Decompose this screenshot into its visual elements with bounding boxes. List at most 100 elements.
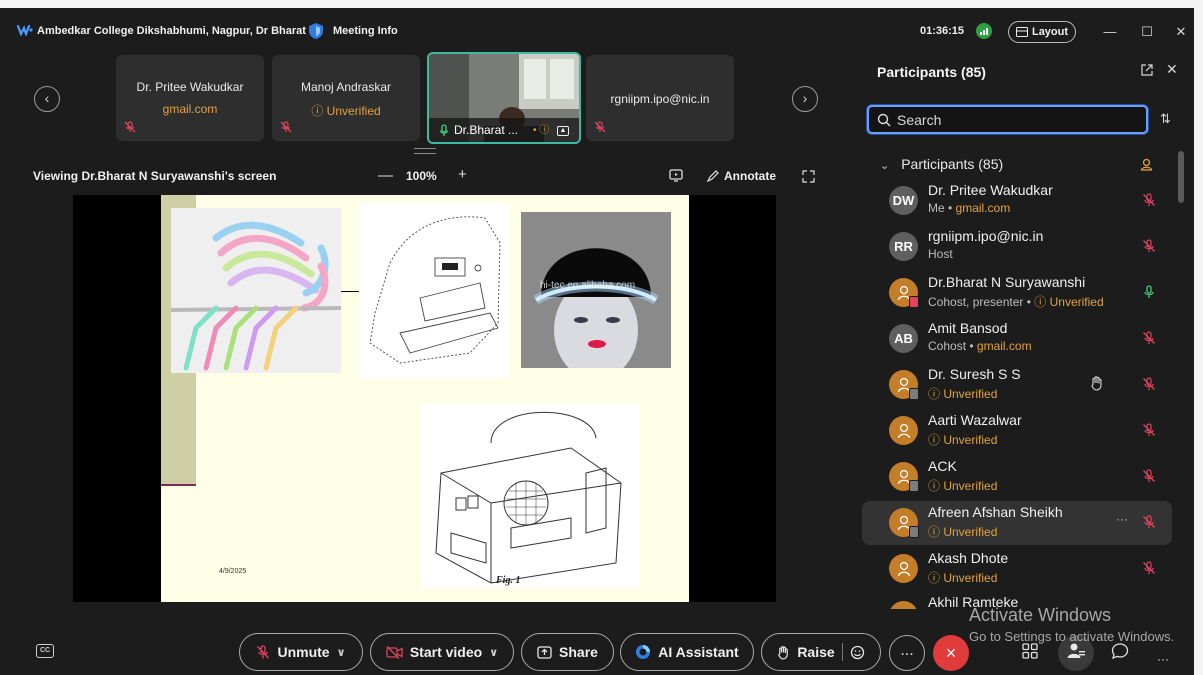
video-off-icon	[386, 645, 403, 659]
mic-muted-icon[interactable]	[1142, 331, 1156, 345]
avatar	[889, 416, 918, 445]
layout-button[interactable]: Layout	[1008, 21, 1076, 43]
tile-sub: ⓘ Unverified	[272, 102, 420, 119]
ai-assistant-button[interactable]: AI Assistant	[620, 633, 754, 671]
raise-hand-button[interactable]: Raise	[761, 633, 881, 671]
participant-name: Akash Dhote	[928, 550, 1009, 566]
participants-panel-title: Participants (85)	[877, 64, 986, 80]
apps-icon[interactable]	[1019, 642, 1041, 664]
tile-name: Dr. Pritee Wakudkar	[136, 80, 244, 94]
participant-name: Amit Bansod	[928, 320, 1008, 336]
share-button[interactable]: Share	[521, 633, 614, 671]
participant-tile[interactable]: Dr. Pritee Wakudkar gmail.com	[116, 55, 264, 141]
participant-role: Host	[928, 247, 953, 261]
participant-name: Afreen Afshan Sheikh	[928, 504, 1063, 520]
end-call-button[interactable]: ×	[933, 635, 969, 671]
unmute-button[interactable]: Unmute ∨	[239, 633, 363, 671]
avatar: RR	[889, 232, 918, 261]
participants-scrollbar[interactable]	[1178, 151, 1184, 203]
participants-section-header[interactable]: ⌄ Participants (85)	[880, 156, 1003, 172]
share-screen-icon	[537, 645, 552, 659]
ai-assistant-label: AI Assistant	[658, 644, 739, 660]
filmstrip-prev-button[interactable]: ‹	[34, 86, 60, 112]
close-window-icon[interactable]: ✕	[1173, 24, 1189, 40]
sort-icon[interactable]: ⇅	[1160, 111, 1171, 127]
participant-row[interactable]: ACK ⓘ Unverified	[862, 455, 1172, 499]
layout-label: Layout	[1031, 26, 1069, 38]
meeting-timer: 01:36:15	[920, 25, 965, 37]
participant-name: Aarti Wazalwar	[928, 412, 1022, 428]
participant-detail: ⓘ Unverified	[928, 433, 998, 447]
avatar: DW	[889, 186, 918, 215]
chevron-down-icon[interactable]: ∨	[337, 646, 346, 659]
more-options-icon[interactable]: ···	[1116, 512, 1128, 526]
participant-name: Dr. Pritee Wakudkar	[928, 182, 1053, 198]
zoom-level[interactable]: 100%	[406, 169, 437, 183]
viewing-screen-label: Viewing Dr.Bharat N Suryawanshi's screen	[33, 169, 277, 183]
search-input[interactable]	[897, 111, 1137, 129]
device-badge-icon	[909, 526, 919, 538]
annotate-pen-icon	[707, 170, 719, 182]
more-options-button[interactable]: ...	[889, 635, 925, 671]
shoe-patent-drawing-image	[360, 203, 510, 378]
avatar	[889, 601, 918, 609]
minimize-icon[interactable]: —	[1102, 24, 1118, 40]
active-speaker-video-tile[interactable]: Dr.Bharat ... • ⓘ ▲	[427, 52, 581, 144]
mic-muted-icon[interactable]	[1142, 193, 1156, 207]
slide-date: 4/9/2025	[219, 568, 247, 575]
radio-device-patent-drawing-image	[421, 403, 640, 588]
host-tools-icon[interactable]	[1140, 158, 1153, 171]
tile-name: rgniipm.ipo@nic.in	[610, 92, 710, 106]
mic-muted-icon[interactable]	[1142, 239, 1156, 253]
participant-row[interactable]: Akash Dhote ⓘ Unverified	[862, 547, 1172, 591]
fullscreen-icon[interactable]	[802, 170, 815, 183]
reactions-icon[interactable]	[850, 645, 865, 660]
pop-out-share-icon[interactable]	[669, 169, 683, 182]
maximize-icon[interactable]: ☐	[1139, 24, 1155, 40]
mic-on-icon[interactable]	[1142, 285, 1156, 299]
participant-row-hovered[interactable]: Afreen Afshan Sheikh ⓘ Unverified ···	[862, 501, 1172, 545]
participant-row[interactable]: RR rgniipm.ipo@nic.in Host	[862, 225, 1172, 269]
start-video-button[interactable]: Start video ∨	[370, 633, 514, 671]
participant-row[interactable]: AB Amit Bansod Cohost • gmail.com	[862, 317, 1172, 361]
section-header-label: Participants (85)	[901, 156, 1004, 172]
participant-name: ACK	[928, 458, 957, 474]
chat-icon[interactable]	[1109, 642, 1131, 664]
guest-user-icon	[897, 423, 910, 438]
mic-muted-icon[interactable]	[1142, 561, 1156, 575]
mic-muted-icon	[257, 644, 270, 658]
participant-row[interactable]: Dr.Bharat N Suryawanshi Cohost, presente…	[862, 271, 1172, 315]
zoom-in-button[interactable]: +	[458, 166, 467, 183]
close-panel-icon[interactable]: ✕	[1166, 61, 1178, 78]
filmstrip-resize-handle[interactable]	[414, 148, 436, 154]
mic-muted-icon[interactable]	[1142, 469, 1156, 483]
divider	[841, 643, 843, 661]
participant-detail: ⓘ Unverified	[928, 525, 998, 539]
participant-row[interactable]: DW Dr. Pritee Wakudkar Me • gmail.com	[862, 179, 1172, 223]
participant-tile[interactable]: rgniipm.ipo@nic.in	[586, 55, 734, 141]
network-quality-icon[interactable]	[976, 23, 992, 39]
shield-icon[interactable]	[307, 22, 325, 40]
avatar	[889, 278, 919, 308]
filmstrip-next-button[interactable]: ›	[792, 86, 818, 112]
device-badge-icon	[909, 480, 919, 492]
chevron-down-icon[interactable]: ∨	[489, 646, 498, 659]
mic-muted-icon[interactable]	[1142, 515, 1156, 529]
mic-muted-icon[interactable]	[1142, 423, 1156, 437]
participant-row[interactable]: Aarti Wazalwar ⓘ Unverified	[862, 409, 1172, 453]
more-panels-icon[interactable]: ···	[1152, 648, 1174, 670]
zoom-out-button[interactable]: —	[378, 167, 393, 184]
meeting-info-button[interactable]: Meeting Info	[333, 25, 398, 37]
participant-row[interactable]: Dr. Suresh S S ⓘ Unverified	[862, 363, 1172, 407]
participant-tile[interactable]: Manoj Andraskar ⓘ Unverified	[272, 55, 420, 141]
unmute-label: Unmute	[277, 644, 330, 660]
tile-name: Dr.Bharat ...	[454, 123, 519, 137]
annotate-button[interactable]: Annotate	[724, 169, 776, 183]
pop-out-icon[interactable]	[1141, 64, 1153, 76]
participant-detail: Cohost, presenter • ⓘ Unverified	[928, 295, 1104, 309]
closed-captions-icon[interactable]: CC	[36, 644, 54, 658]
mic-muted-icon[interactable]	[1142, 377, 1156, 391]
participant-search-box[interactable]	[867, 105, 1148, 134]
unverified-icon: • ⓘ	[533, 125, 550, 136]
participants-icon[interactable]	[1065, 642, 1087, 664]
